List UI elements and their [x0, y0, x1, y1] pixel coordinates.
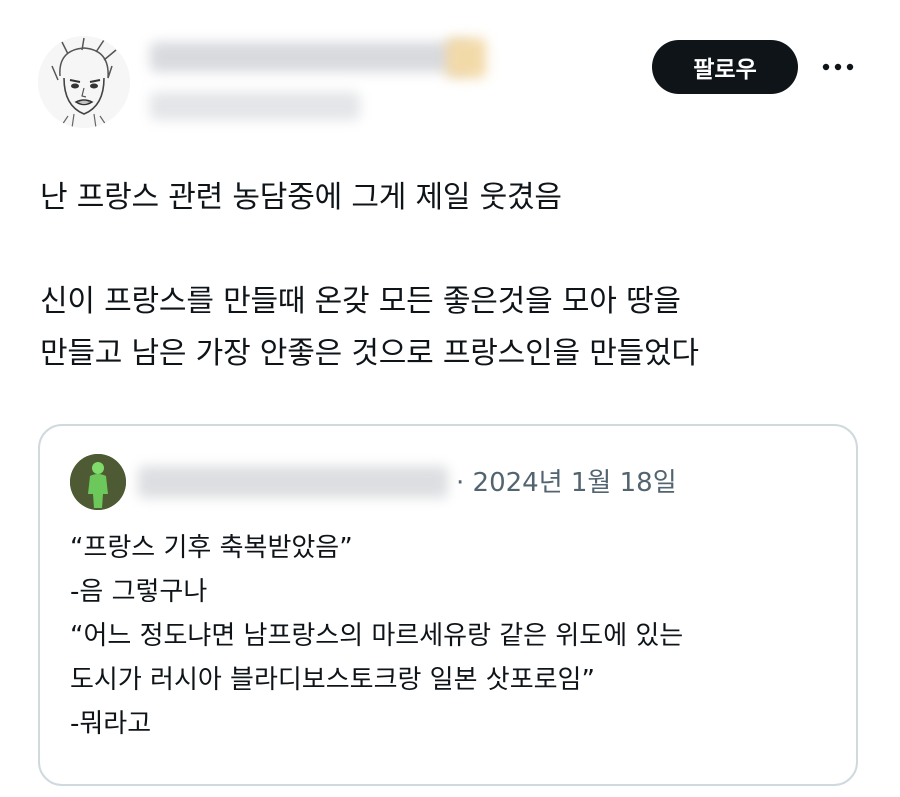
sketch-portrait-icon: [38, 36, 130, 128]
author-handle-redacted: [150, 92, 360, 120]
quoted-tweet-card[interactable]: · 2024년 1월 18일 “프랑스 기후 축복받았음” -음 그렇구나 “어…: [38, 424, 858, 786]
quoted-author-avatar[interactable]: [70, 454, 126, 510]
follow-button[interactable]: 팔로우: [652, 40, 798, 94]
quoted-tweet-text: “프랑스 기후 축복받았음” -음 그렇구나 “어느 정도냐면 남프랑스의 마르…: [70, 533, 684, 739]
author-name-redacted-accent: [446, 38, 486, 78]
author-avatar[interactable]: [38, 36, 130, 128]
quoted-tweet-date[interactable]: · 2024년 1월 18일: [456, 462, 677, 499]
more-options-button[interactable]: [816, 48, 860, 86]
more-horizontal-icon: [822, 63, 854, 71]
tweet-text: 난 프랑스 관련 농담중에 그게 제일 웃겼음 신이 프랑스를 만들때 온갖 모…: [40, 180, 699, 371]
quoted-author-name-redacted: [138, 466, 448, 498]
author-name-redacted: [150, 42, 470, 72]
green-figure-icon: [70, 454, 126, 510]
